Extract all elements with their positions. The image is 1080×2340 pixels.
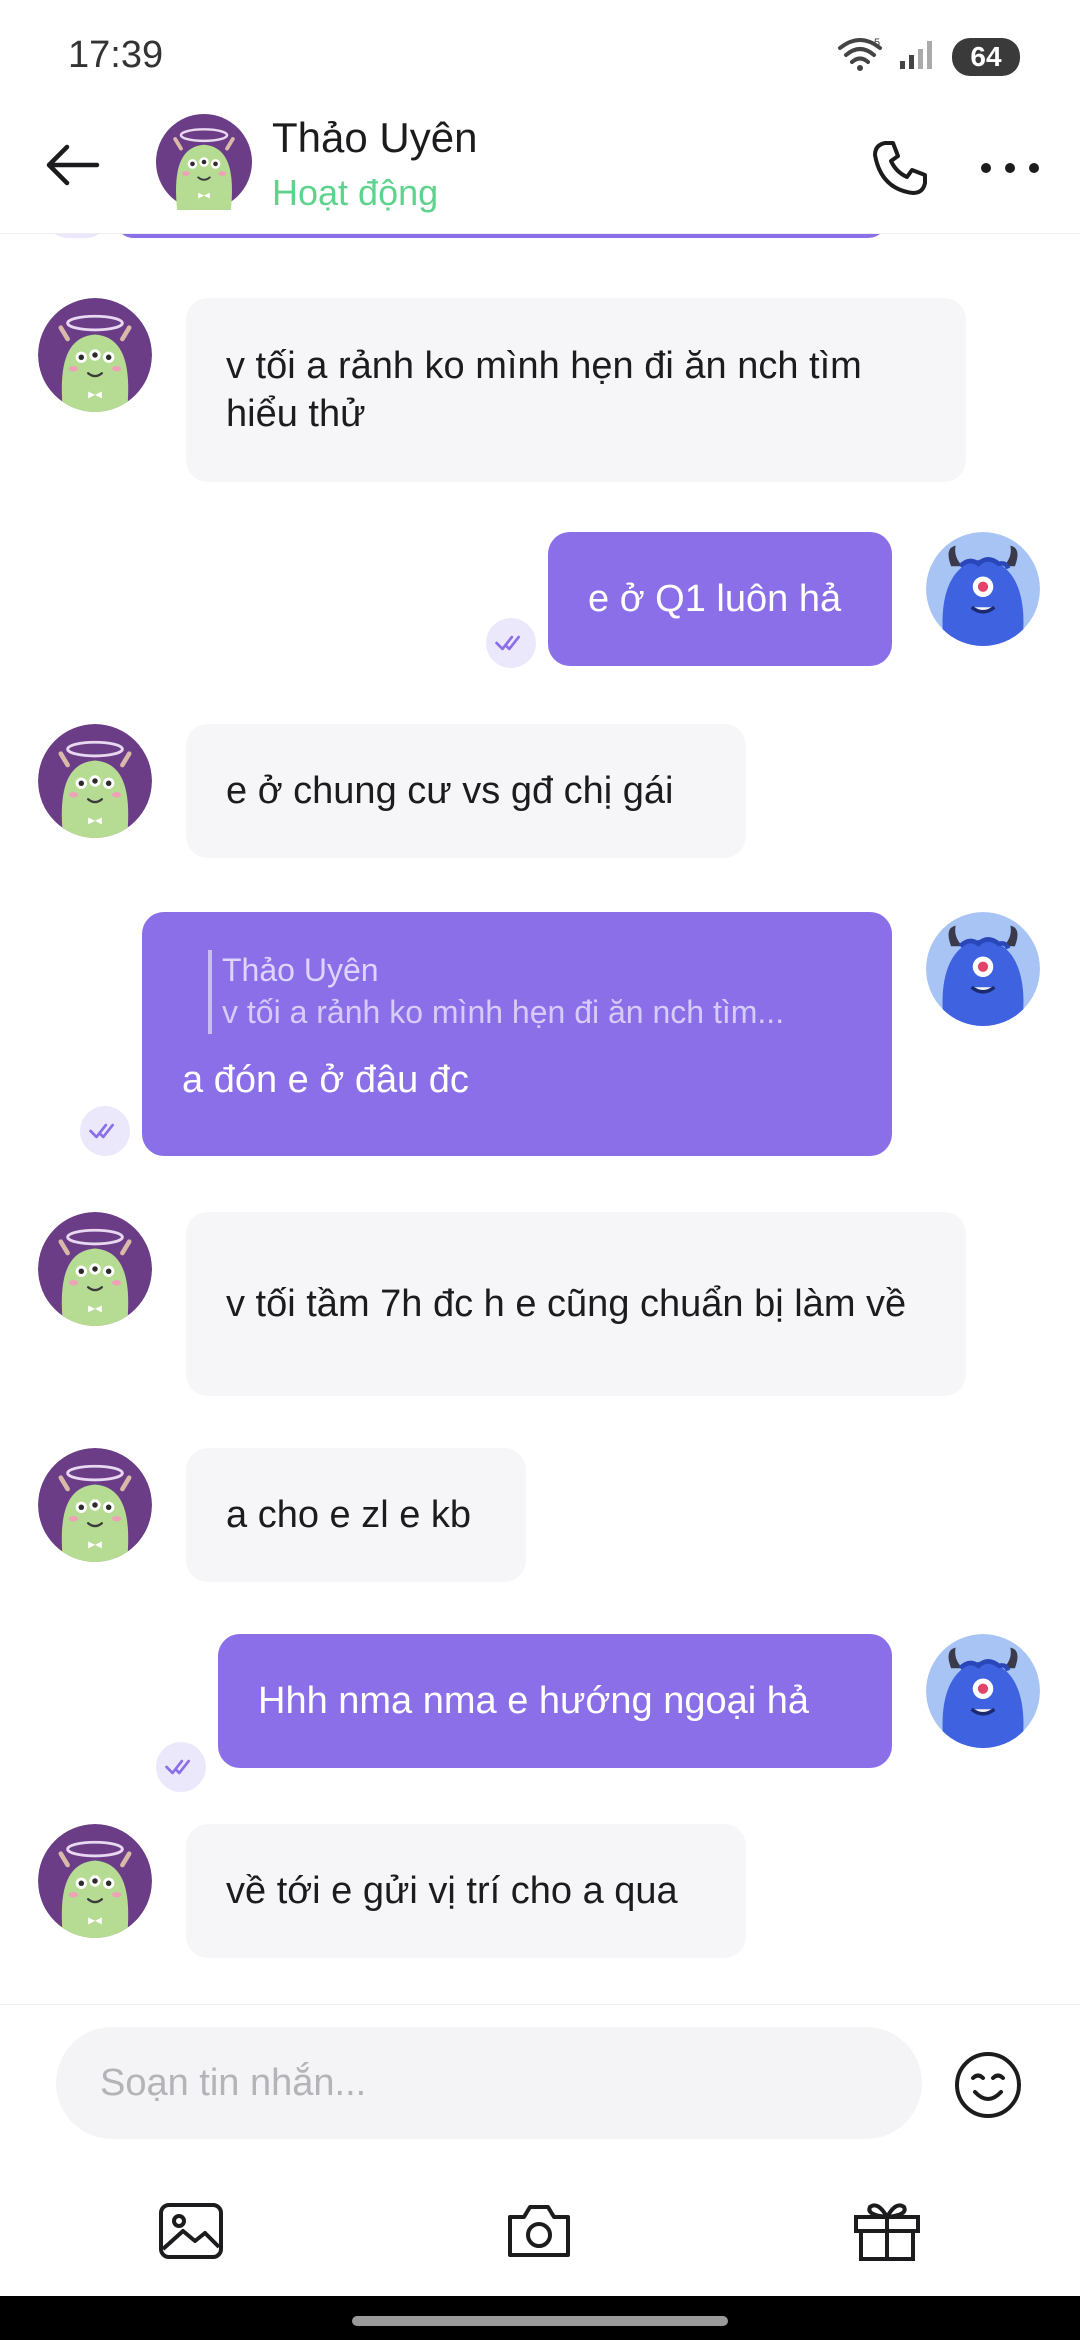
composer-bar	[0, 2004, 1080, 2139]
attachment-toolbar	[0, 2180, 1080, 2290]
message-text: e ở Q1 luôn hả	[588, 578, 842, 620]
message-text: e ở chung cư vs gđ chị gái	[226, 770, 674, 812]
message-bubble-incoming[interactable]: về tới e gửi vị trí cho a qua	[186, 1824, 746, 1958]
camera-button[interactable]	[494, 2188, 584, 2278]
message-bubble-incoming[interactable]: v tối a rảnh ko mình hẹn đi ăn nch tìm h…	[186, 298, 966, 482]
camera-icon	[504, 2201, 574, 2266]
status-bar: 17:39 5 64	[0, 0, 1080, 110]
message-text: a cho e zl e kb	[226, 1494, 472, 1536]
image-icon	[157, 2201, 225, 2266]
battery-icon: 64	[952, 37, 1020, 76]
gift-icon	[852, 2199, 922, 2268]
message-bubble-outgoing[interactable]: e ở Q1 luôn hả	[548, 532, 892, 666]
message-text: v tối tầm 7h đc h e cũng chuẩn bị làm về	[226, 1283, 907, 1325]
sender-avatar[interactable]	[38, 298, 152, 412]
svg-text:5: 5	[874, 37, 880, 49]
sender-avatar[interactable]	[38, 1824, 152, 1938]
message-bubble-outgoing[interactable]: Hhh nma nma e hướng ngoại hả	[218, 1634, 892, 1768]
call-button[interactable]	[862, 132, 938, 208]
home-indicator[interactable]	[352, 2316, 728, 2326]
seen-status-icon	[486, 618, 536, 668]
more-icon	[980, 161, 1040, 179]
back-button[interactable]	[38, 132, 108, 202]
cut-off-message-bubble[interactable]	[114, 234, 888, 238]
signal-icon	[898, 37, 938, 76]
message-text: về tới e gửi vị trí cho a qua	[226, 1870, 678, 1912]
message-bubble-incoming[interactable]: e ở chung cư vs gđ chị gái	[186, 724, 746, 858]
chat-header: Thảo Uyên Hoạt động	[0, 110, 1080, 234]
cut-off-avatar	[44, 234, 110, 238]
message-bubble-incoming[interactable]: a cho e zl e kb	[186, 1448, 526, 1582]
emoji-icon	[953, 2050, 1023, 2125]
sender-avatar[interactable]	[38, 724, 152, 838]
phone-icon	[871, 139, 929, 202]
seen-status-icon	[156, 1742, 206, 1792]
emoji-button[interactable]	[948, 2047, 1028, 2127]
quoted-sender-name: Thảo Uyên	[222, 952, 379, 988]
message-text: v tối a rảnh ko mình hẹn đi ăn nch tìm h…	[226, 345, 862, 435]
status-time: 17:39	[68, 34, 164, 76]
quoted-message-text: v tối a rảnh ko mình hẹn đi ăn nch tìm..…	[222, 994, 785, 1030]
message-bubble-outgoing-reply[interactable]: Thảo Uyên v tối a rảnh ko mình hẹn đi ăn…	[142, 912, 892, 1156]
message-bubble-incoming[interactable]: v tối tầm 7h đc h e cũng chuẩn bị làm về	[186, 1212, 966, 1396]
my-avatar[interactable]	[926, 1634, 1040, 1748]
sender-avatar[interactable]	[38, 1212, 152, 1326]
seen-status-icon	[80, 1106, 130, 1156]
gift-button[interactable]	[842, 2188, 932, 2278]
quoted-reply[interactable]: Thảo Uyên v tối a rảnh ko mình hẹn đi ăn…	[208, 950, 852, 1034]
message-input[interactable]	[56, 2027, 922, 2139]
wifi-icon: 5	[836, 36, 884, 77]
my-avatar[interactable]	[926, 532, 1040, 646]
presence-status: Hoạt động	[272, 172, 439, 213]
more-button[interactable]	[970, 132, 1050, 208]
image-button[interactable]	[146, 2188, 236, 2278]
back-arrow-icon	[45, 143, 101, 192]
my-avatar[interactable]	[926, 912, 1040, 1026]
sender-avatar[interactable]	[38, 1448, 152, 1562]
contact-name[interactable]: Thảo Uyên	[272, 114, 477, 162]
message-list[interactable]: v tối a rảnh ko mình hẹn đi ăn nch tìm h…	[0, 234, 1080, 2004]
message-text: a đón e ở đâu đc	[182, 1059, 469, 1101]
contact-avatar[interactable]	[156, 114, 252, 210]
system-nav-bar	[0, 2296, 1080, 2340]
message-text: Hhh nma nma e hướng ngoại hả	[258, 1680, 810, 1722]
status-icons: 5 64	[836, 36, 1020, 77]
